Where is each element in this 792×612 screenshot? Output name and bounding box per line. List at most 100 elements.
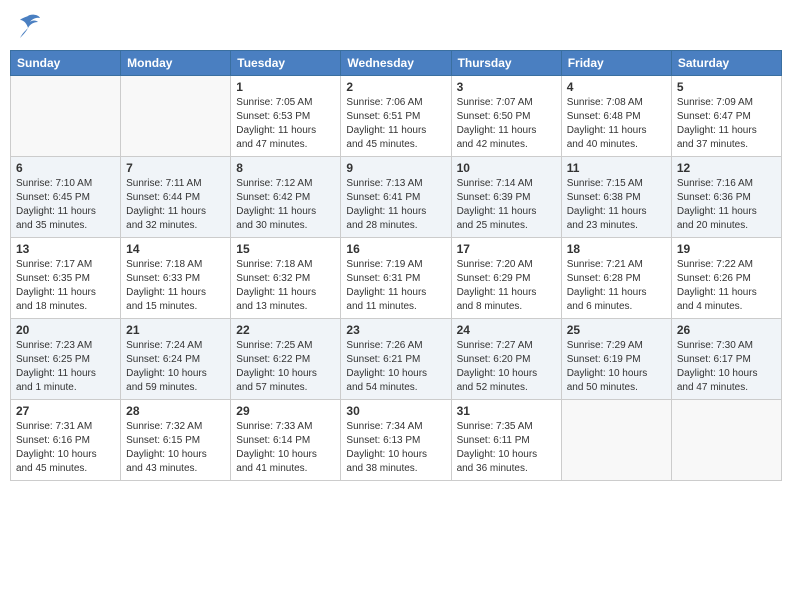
calendar-table: SundayMondayTuesdayWednesdayThursdayFrid…	[10, 50, 782, 481]
day-number: 11	[567, 161, 666, 175]
calendar-week-row: 1 Sunrise: 7:05 AM Sunset: 6:53 PM Daylig…	[11, 76, 782, 157]
day-number: 18	[567, 242, 666, 256]
calendar-cell: 17 Sunrise: 7:20 AM Sunset: 6:29 PM Dayli…	[451, 238, 561, 319]
calendar-cell: 3Sunrise: 7:07 AM Sunset: 6:50 PM Daylig…	[451, 76, 561, 157]
day-info: Sunrise: 7:23 AM Sunset: 6:25 PM Dayligh…	[16, 339, 115, 395]
col-header-tuesday: Tuesday	[231, 51, 341, 76]
day-number: 29	[236, 404, 335, 418]
calendar-cell: 7 Sunrise: 7:11 AM Sunset: 6:44 PM Daylig…	[121, 157, 231, 238]
col-header-saturday: Saturday	[671, 51, 781, 76]
day-info: Sunrise: 7:29 AM Sunset: 6:19 PM Dayligh…	[567, 339, 666, 395]
day-number: 19	[677, 242, 776, 256]
day-info: Sunrise: 7:27 AM Sunset: 6:20 PM Dayligh…	[457, 339, 556, 395]
calendar-cell: 27 Sunrise: 7:31 AM Sunset: 6:16 PM Dayli…	[11, 400, 121, 481]
day-number: 28	[126, 404, 225, 418]
calendar-cell: 23 Sunrise: 7:26 AM Sunset: 6:21 PM Dayli…	[341, 319, 451, 400]
calendar-cell: 14 Sunrise: 7:18 AM Sunset: 6:33 PM Dayli…	[121, 238, 231, 319]
day-number: 5	[677, 80, 776, 94]
day-number: 4	[567, 80, 666, 94]
calendar-week-row: 20 Sunrise: 7:23 AM Sunset: 6:25 PM Dayli…	[11, 319, 782, 400]
page-header	[10, 10, 782, 42]
day-number: 22	[236, 323, 335, 337]
day-number: 26	[677, 323, 776, 337]
calendar-cell: 16 Sunrise: 7:19 AM Sunset: 6:31 PM Dayli…	[341, 238, 451, 319]
day-info: Sunrise: 7:19 AM Sunset: 6:31 PM Dayligh…	[346, 258, 445, 314]
day-info: Sunrise: 7:15 AM Sunset: 6:38 PM Dayligh…	[567, 177, 666, 233]
day-info: Sunrise: 7:06 AM Sunset: 6:51 PM Dayligh…	[346, 96, 445, 152]
day-number: 3	[457, 80, 556, 94]
col-header-sunday: Sunday	[11, 51, 121, 76]
day-info: Sunrise: 7:17 AM Sunset: 6:35 PM Dayligh…	[16, 258, 115, 314]
day-number: 24	[457, 323, 556, 337]
calendar-cell: 20 Sunrise: 7:23 AM Sunset: 6:25 PM Dayli…	[11, 319, 121, 400]
calendar-cell: 28 Sunrise: 7:32 AM Sunset: 6:15 PM Dayli…	[121, 400, 231, 481]
day-info: Sunrise: 7:34 AM Sunset: 6:13 PM Dayligh…	[346, 420, 445, 476]
day-number: 1	[236, 80, 335, 94]
day-info: Sunrise: 7:11 AM Sunset: 6:44 PM Dayligh…	[126, 177, 225, 233]
col-header-friday: Friday	[561, 51, 671, 76]
day-number: 27	[16, 404, 115, 418]
day-number: 30	[346, 404, 445, 418]
calendar-cell: 15 Sunrise: 7:18 AM Sunset: 6:32 PM Dayli…	[231, 238, 341, 319]
day-number: 17	[457, 242, 556, 256]
calendar-week-row: 13Sunrise: 7:17 AM Sunset: 6:35 PM Dayli…	[11, 238, 782, 319]
calendar-cell	[121, 76, 231, 157]
calendar-header-row: SundayMondayTuesdayWednesdayThursdayFrid…	[11, 51, 782, 76]
day-info: Sunrise: 7:13 AM Sunset: 6:41 PM Dayligh…	[346, 177, 445, 233]
day-number: 10	[457, 161, 556, 175]
col-header-monday: Monday	[121, 51, 231, 76]
day-number: 15	[236, 242, 335, 256]
col-header-wednesday: Wednesday	[341, 51, 451, 76]
day-info: Sunrise: 7:20 AM Sunset: 6:29 PM Dayligh…	[457, 258, 556, 314]
calendar-week-row: 6 Sunrise: 7:10 AM Sunset: 6:45 PM Daylig…	[11, 157, 782, 238]
day-info: Sunrise: 7:08 AM Sunset: 6:48 PM Dayligh…	[567, 96, 666, 152]
day-info: Sunrise: 7:30 AM Sunset: 6:17 PM Dayligh…	[677, 339, 776, 395]
day-info: Sunrise: 7:14 AM Sunset: 6:39 PM Dayligh…	[457, 177, 556, 233]
day-info: Sunrise: 7:18 AM Sunset: 6:32 PM Dayligh…	[236, 258, 335, 314]
day-info: Sunrise: 7:32 AM Sunset: 6:15 PM Dayligh…	[126, 420, 225, 476]
calendar-cell: 21 Sunrise: 7:24 AM Sunset: 6:24 PM Dayli…	[121, 319, 231, 400]
calendar-cell: 12Sunrise: 7:16 AM Sunset: 6:36 PM Dayli…	[671, 157, 781, 238]
day-number: 25	[567, 323, 666, 337]
calendar-cell: 22 Sunrise: 7:25 AM Sunset: 6:22 PM Dayli…	[231, 319, 341, 400]
logo	[10, 10, 44, 42]
calendar-cell: 26 Sunrise: 7:30 AM Sunset: 6:17 PM Dayli…	[671, 319, 781, 400]
day-info: Sunrise: 7:26 AM Sunset: 6:21 PM Dayligh…	[346, 339, 445, 395]
day-number: 23	[346, 323, 445, 337]
day-number: 8	[236, 161, 335, 175]
calendar-cell: 13Sunrise: 7:17 AM Sunset: 6:35 PM Dayli…	[11, 238, 121, 319]
calendar-cell: 11 Sunrise: 7:15 AM Sunset: 6:38 PM Dayli…	[561, 157, 671, 238]
day-number: 14	[126, 242, 225, 256]
day-number: 21	[126, 323, 225, 337]
day-info: Sunrise: 7:35 AM Sunset: 6:11 PM Dayligh…	[457, 420, 556, 476]
day-info: Sunrise: 7:22 AM Sunset: 6:26 PM Dayligh…	[677, 258, 776, 314]
day-number: 2	[346, 80, 445, 94]
calendar-cell: 25 Sunrise: 7:29 AM Sunset: 6:19 PM Dayli…	[561, 319, 671, 400]
calendar-week-row: 27 Sunrise: 7:31 AM Sunset: 6:16 PM Dayli…	[11, 400, 782, 481]
logo-bird-icon	[12, 10, 44, 42]
day-number: 12	[677, 161, 776, 175]
day-number: 31	[457, 404, 556, 418]
day-info: Sunrise: 7:10 AM Sunset: 6:45 PM Dayligh…	[16, 177, 115, 233]
calendar-cell: 8 Sunrise: 7:12 AM Sunset: 6:42 PM Daylig…	[231, 157, 341, 238]
calendar-cell: 29 Sunrise: 7:33 AM Sunset: 6:14 PM Dayli…	[231, 400, 341, 481]
calendar-cell: 31 Sunrise: 7:35 AM Sunset: 6:11 PM Dayli…	[451, 400, 561, 481]
day-number: 16	[346, 242, 445, 256]
calendar-cell: 1 Sunrise: 7:05 AM Sunset: 6:53 PM Daylig…	[231, 76, 341, 157]
calendar-cell: 10 Sunrise: 7:14 AM Sunset: 6:39 PM Dayli…	[451, 157, 561, 238]
day-info: Sunrise: 7:18 AM Sunset: 6:33 PM Dayligh…	[126, 258, 225, 314]
calendar-cell: 4 Sunrise: 7:08 AM Sunset: 6:48 PM Daylig…	[561, 76, 671, 157]
calendar-cell	[561, 400, 671, 481]
day-info: Sunrise: 7:25 AM Sunset: 6:22 PM Dayligh…	[236, 339, 335, 395]
day-info: Sunrise: 7:31 AM Sunset: 6:16 PM Dayligh…	[16, 420, 115, 476]
day-info: Sunrise: 7:33 AM Sunset: 6:14 PM Dayligh…	[236, 420, 335, 476]
day-number: 6	[16, 161, 115, 175]
day-number: 20	[16, 323, 115, 337]
calendar-cell: 5Sunrise: 7:09 AM Sunset: 6:47 PM Daylig…	[671, 76, 781, 157]
day-info: Sunrise: 7:24 AM Sunset: 6:24 PM Dayligh…	[126, 339, 225, 395]
day-number: 7	[126, 161, 225, 175]
day-info: Sunrise: 7:12 AM Sunset: 6:42 PM Dayligh…	[236, 177, 335, 233]
calendar-cell	[671, 400, 781, 481]
day-info: Sunrise: 7:05 AM Sunset: 6:53 PM Dayligh…	[236, 96, 335, 152]
calendar-cell: 6 Sunrise: 7:10 AM Sunset: 6:45 PM Daylig…	[11, 157, 121, 238]
